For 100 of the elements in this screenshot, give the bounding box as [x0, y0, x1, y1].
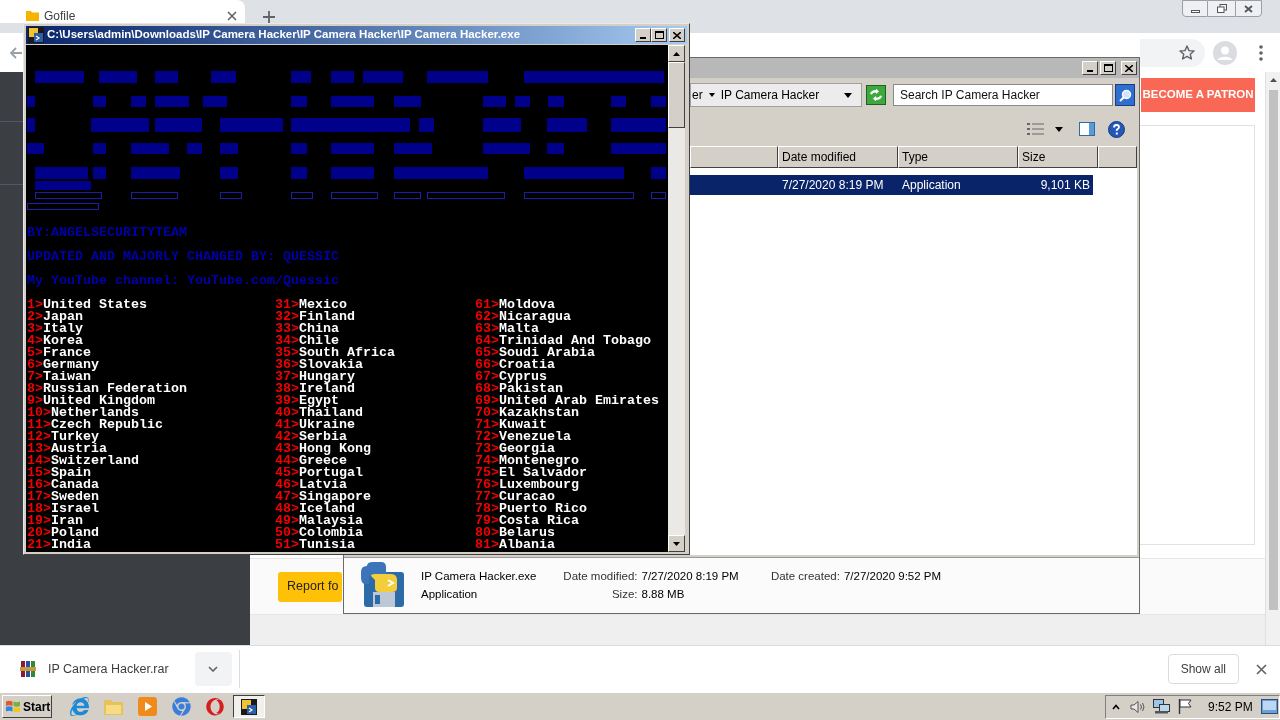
column-header[interactable]: Date modified: [778, 146, 898, 168]
archive-icon: [20, 661, 36, 677]
file-type: Application: [421, 587, 479, 602]
preview-pane-icon[interactable]: [1079, 122, 1095, 136]
menu-option: 34>Chile: [275, 335, 339, 347]
address-bar[interactable]: [1140, 38, 1205, 67]
speaker-icon[interactable]: [1130, 699, 1146, 714]
minimize-icon: [1190, 9, 1200, 13]
menu-option: 17>Sweden: [27, 491, 99, 503]
close-icon: [1125, 64, 1133, 72]
menu-option: 40>Thailand: [275, 407, 363, 419]
refresh-button[interactable]: [866, 85, 886, 105]
file-row[interactable]: 7/27/2020 8:19 PM Application 9,101 KB: [690, 175, 1093, 195]
opera-icon[interactable]: [206, 697, 224, 716]
console-task-button[interactable]: [233, 695, 265, 718]
menu-option: 43>Hong Kong: [275, 443, 371, 455]
close-icon: [1244, 4, 1253, 13]
caret-icon[interactable]: [708, 93, 715, 97]
menu-option: 71>Kuwait: [475, 419, 547, 431]
menu-option: 42>Serbia: [275, 431, 347, 443]
maximize-button[interactable]: [1100, 61, 1116, 75]
menu-option: 39>Egypt: [275, 395, 339, 407]
menu-option: 68>Pakistan: [475, 383, 563, 395]
chevron-down-icon: [208, 666, 219, 672]
report-button[interactable]: Report fo: [278, 571, 342, 602]
flag-icon[interactable]: [1178, 699, 1192, 714]
menu-option: 15>Spain: [27, 467, 91, 479]
star-icon[interactable]: [1179, 45, 1195, 60]
search-field[interactable]: Search IP Camera Hacker: [893, 84, 1113, 106]
chrome-icon[interactable]: [172, 697, 191, 716]
menu-option: 76>Luxembourg: [475, 479, 579, 491]
caret-icon[interactable]: [844, 92, 852, 98]
help-icon[interactable]: [1108, 120, 1125, 138]
browser-tab[interactable]: Gofile: [0, 0, 245, 23]
console-scrollbar[interactable]: [668, 45, 685, 552]
menu-option: 77>Curacao: [475, 491, 555, 503]
table-cell-text: 7/27/2020 8:19 PM: [782, 177, 885, 194]
start-button[interactable]: Start: [2, 695, 52, 718]
menu-option: 19>Iran: [27, 515, 83, 527]
minimize-button[interactable]: [1182, 0, 1208, 17]
menu-option: 10>Netherlands: [27, 407, 139, 419]
refresh-icon: [869, 89, 883, 101]
close-icon[interactable]: [227, 10, 237, 21]
caret-icon[interactable]: [1055, 126, 1063, 132]
menu-option: 73>Georgia: [475, 443, 555, 455]
menu-option: 79>Costa Rica: [475, 515, 579, 527]
search-button[interactable]: [1115, 84, 1135, 106]
menu-option: 44>Greece: [275, 455, 347, 467]
up-arrow-icon: [673, 51, 680, 56]
menu-option: 61>Moldova: [475, 299, 555, 311]
menu-option: 78>Puerto Rico: [475, 503, 587, 515]
close-icon[interactable]: [1256, 663, 1267, 675]
scroll-up-button[interactable]: [668, 45, 685, 62]
close-icon: [673, 31, 681, 39]
menu-option: 37>Hungary: [275, 371, 355, 383]
detail-label: Date modified:: [562, 569, 638, 584]
back-arrow-icon[interactable]: [10, 46, 22, 59]
page-scrollbar[interactable]: [1265, 72, 1280, 645]
folder-icon: [26, 10, 39, 21]
restore-icon: [1216, 4, 1227, 13]
column-header[interactable]: Size: [1018, 146, 1098, 168]
maximize-button[interactable]: [651, 28, 667, 42]
column-header[interactable]: Type: [898, 146, 1018, 168]
menu-option: 74>Montenegro: [475, 455, 579, 467]
close-button[interactable]: [1235, 0, 1262, 17]
restore-button[interactable]: [1208, 0, 1235, 17]
scroll-down-button[interactable]: [668, 535, 685, 552]
search-icon: [1118, 88, 1132, 102]
kebab-menu-icon[interactable]: [1259, 44, 1263, 61]
scroll-up-icon[interactable]: [1269, 78, 1277, 82]
download-file-name[interactable]: IP Camera Hacker.rar: [48, 659, 169, 679]
breadcrumb-item[interactable]: er: [692, 86, 703, 104]
scrollbar-thumb[interactable]: [1268, 90, 1278, 610]
list-view-icon[interactable]: [1027, 123, 1044, 135]
menu-option: 75>El Salvador: [475, 467, 587, 479]
chevron-up-icon[interactable]: [1112, 703, 1120, 710]
breadcrumb-item[interactable]: IP Camera Hacker: [720, 86, 820, 104]
breadcrumb-bar[interactable]: er IP Camera Hacker: [690, 83, 862, 107]
scrollbar-thumb[interactable]: [668, 62, 685, 128]
menu-option: 21>India: [27, 539, 91, 551]
detail-value: 8.88 MB: [641, 587, 686, 602]
detail-value: 7/27/2020 8:19 PM: [641, 569, 740, 584]
menu-option: 3>Italy: [27, 323, 83, 335]
detail-label: Date created:: [769, 569, 840, 584]
menu-option: 11>Czech Republic: [27, 419, 163, 431]
menu-option: 49>Malaysia: [275, 515, 363, 527]
menu-option: 12>Turkey: [27, 431, 99, 443]
show-desktop-icon[interactable]: [1260, 699, 1278, 714]
plus-icon[interactable]: [263, 11, 275, 23]
start-logo-icon: [6, 700, 20, 713]
show-all-button[interactable]: Show all: [1167, 654, 1239, 684]
clock[interactable]: 9:52 PM: [1208, 697, 1253, 716]
menu-option: 36>Slovakia: [275, 359, 363, 371]
menu-option: 45>Portugal: [275, 467, 363, 479]
detail-label: Size:: [610, 587, 638, 602]
menu-option: 69>United Arab Emirates: [475, 395, 659, 407]
network-icon[interactable]: [1153, 699, 1170, 714]
column-header[interactable]: [690, 146, 778, 168]
menu-option: 66>Croatia: [475, 359, 555, 371]
menu-option: 31>Mexico: [275, 299, 347, 311]
